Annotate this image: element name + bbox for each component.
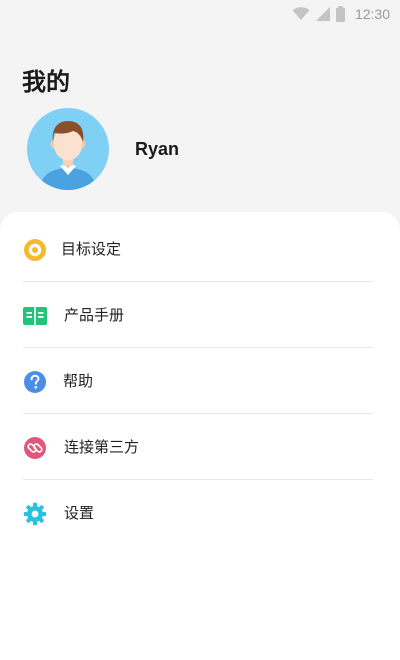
- user-avatar-illustration: [39, 121, 97, 190]
- status-time: 12:30: [354, 6, 390, 22]
- status-bar: 12:30: [0, 0, 400, 28]
- manual-book-icon: [23, 307, 47, 325]
- menu-item-product-manual[interactable]: 产品手册: [0, 282, 400, 348]
- menu-item-label: 连接第三方: [64, 438, 140, 456]
- wifi-icon: [292, 7, 310, 20]
- menu-item-goal-setting[interactable]: 目标设定: [0, 216, 400, 282]
- gear-icon: [23, 502, 47, 526]
- menu-item-label: 产品手册: [64, 306, 125, 324]
- menu-item-label: 设置: [64, 504, 95, 522]
- menu-item-label: 目标设定: [61, 240, 122, 258]
- help-icon: [24, 371, 46, 393]
- menu-item-settings[interactable]: 设置: [0, 480, 400, 546]
- avatar[interactable]: [27, 108, 109, 190]
- status-icons: 12:30: [292, 4, 390, 24]
- target-icon: [24, 239, 46, 261]
- link-icon: [24, 437, 46, 459]
- menu-item-help[interactable]: 帮助: [0, 348, 400, 414]
- username: Ryan: [135, 139, 180, 159]
- battery-icon: [335, 6, 345, 22]
- cellular-signal-icon: [315, 7, 330, 21]
- page-title: 我的: [22, 68, 70, 96]
- menu-item-label: 帮助: [63, 372, 94, 390]
- menu-item-third-party[interactable]: 连接第三方: [0, 414, 400, 480]
- menu-card: 目标设定 产品手册 帮助 连接第三方 设置: [0, 212, 400, 660]
